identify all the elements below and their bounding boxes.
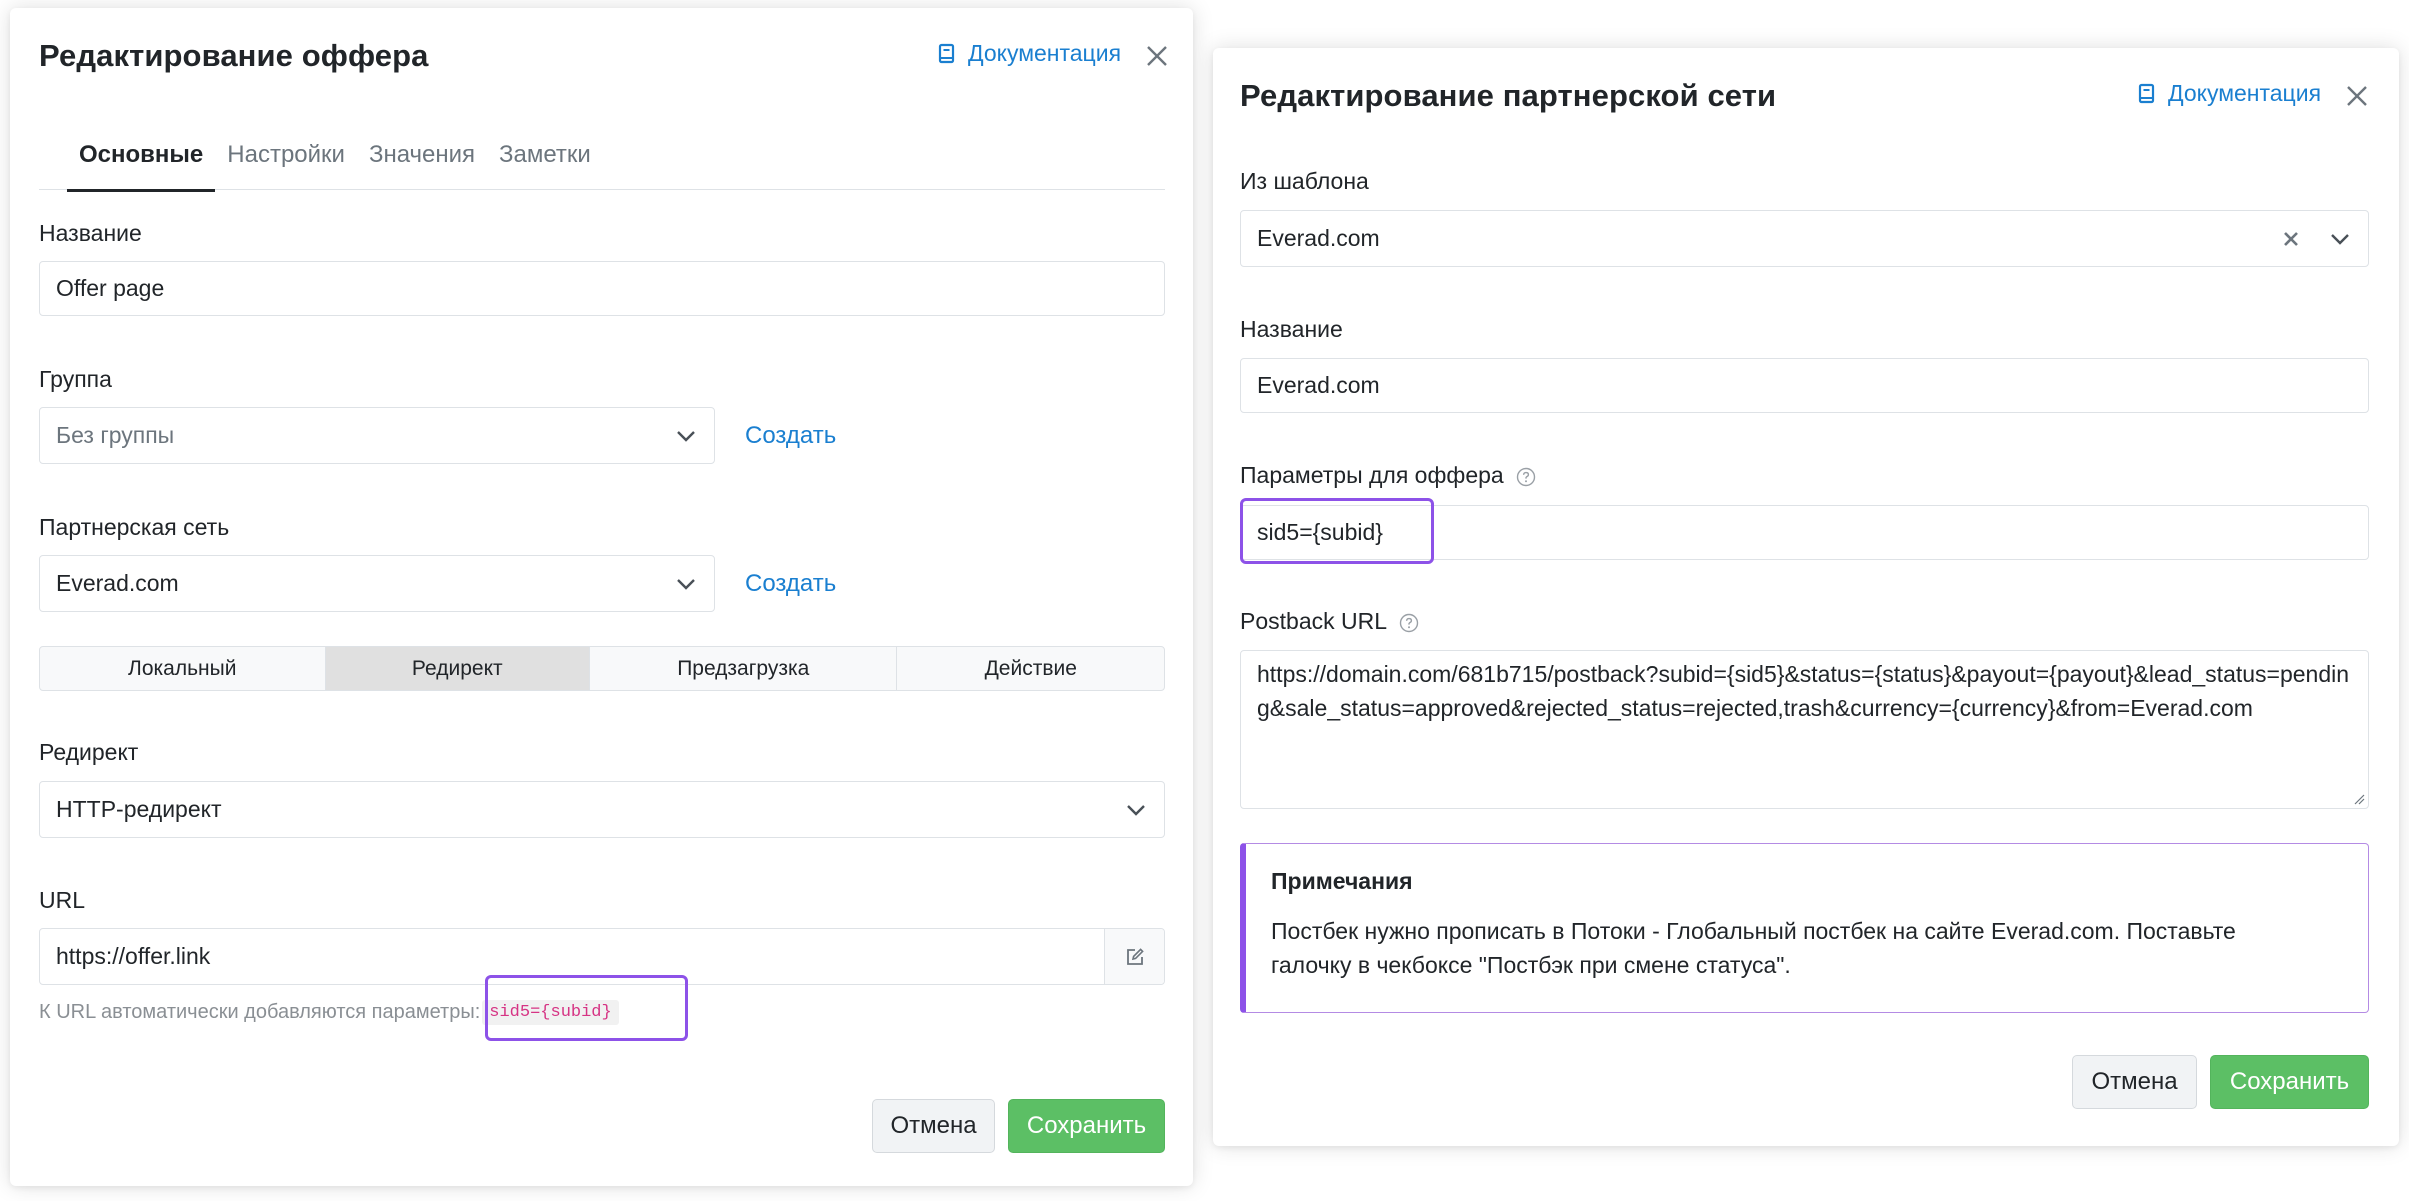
book-icon bbox=[938, 43, 955, 63]
tab-main[interactable]: Основные bbox=[67, 120, 216, 192]
offer-edit-modal: Редактирование оффера Документация Основ… bbox=[10, 8, 1193, 1186]
tab-settings[interactable]: Настройки bbox=[215, 120, 357, 190]
template-select-value: Everad.com bbox=[1257, 225, 1380, 251]
resize-grip-icon[interactable] bbox=[2353, 793, 2365, 805]
network-label: Партнерская сеть bbox=[39, 514, 230, 540]
close-icon bbox=[2347, 86, 2367, 106]
chevron-down-icon bbox=[1127, 804, 1145, 816]
tabs: Основные Настройки Значения Заметки bbox=[39, 120, 1165, 192]
documentation-link[interactable]: Документация bbox=[2138, 80, 2321, 107]
url-input[interactable]: https://offer.link bbox=[39, 928, 1165, 985]
documentation-link-label: Документация bbox=[2168, 80, 2322, 106]
cancel-button[interactable]: Отмена bbox=[2072, 1055, 2197, 1109]
group-select-value: Без группы bbox=[56, 422, 175, 448]
notes-panel: Примечания Постбек нужно прописать в Пот… bbox=[1240, 843, 2369, 1013]
offer-params-label: Параметры для оффера bbox=[1240, 462, 1536, 489]
notes-text: Постбек нужно прописать в Потоки - Глоба… bbox=[1271, 918, 2236, 978]
network-select[interactable]: Everad.com bbox=[39, 555, 715, 612]
modal-title: Редактирование партнерской сети bbox=[1240, 78, 1777, 113]
documentation-link-label: Документация bbox=[968, 40, 1122, 66]
clear-icon[interactable] bbox=[2282, 230, 2300, 248]
mode-action[interactable]: Действие bbox=[897, 647, 1164, 690]
url-hint-code: sid5={subid} bbox=[482, 1000, 619, 1025]
postback-label: Postback URL bbox=[1240, 608, 1419, 635]
postback-url-textarea[interactable]: https://domain.com/681b715/postback?subi… bbox=[1240, 650, 2369, 809]
name-label: Название bbox=[39, 220, 142, 246]
create-network-link[interactable]: Создать bbox=[745, 570, 836, 598]
help-icon[interactable] bbox=[1399, 613, 1419, 633]
offer-params-input-value: sid5={subid} bbox=[1257, 519, 1383, 545]
redirect-select-value: HTTP-редирект bbox=[56, 796, 222, 822]
offer-type-switch: Локальный Редирект Предзагрузка Действие bbox=[39, 646, 1165, 691]
name-input[interactable]: Offer page bbox=[39, 261, 1165, 316]
offer-params-label-text: Параметры для оффера bbox=[1240, 462, 1504, 488]
group-label: Группа bbox=[39, 366, 112, 392]
network-edit-modal: Редактирование партнерской сети Документ… bbox=[1213, 48, 2399, 1146]
template-select[interactable]: Everad.com bbox=[1240, 210, 2369, 267]
mode-redirect[interactable]: Редирект bbox=[325, 647, 591, 690]
redirect-select[interactable]: HTTP-редирект bbox=[39, 781, 1165, 838]
postback-url-value: https://domain.com/681b715/postback?subi… bbox=[1257, 661, 2350, 721]
notes-title: Примечания bbox=[1271, 868, 1413, 894]
name-input[interactable]: Everad.com bbox=[1240, 358, 2369, 413]
template-label: Из шаблона bbox=[1240, 168, 1369, 194]
close-button[interactable] bbox=[1143, 42, 1171, 70]
book-icon bbox=[2138, 83, 2155, 103]
group-select[interactable]: Без группы bbox=[39, 407, 715, 464]
url-label: URL bbox=[39, 887, 86, 913]
edit-icon bbox=[1126, 947, 1144, 965]
tab-values[interactable]: Значения bbox=[357, 120, 487, 190]
network-select-value: Everad.com bbox=[56, 570, 179, 596]
modal-title: Редактирование оффера bbox=[39, 38, 429, 73]
documentation-link[interactable]: Документация bbox=[938, 40, 1121, 67]
url-hint-text: К URL автоматически добавляются параметр… bbox=[39, 1001, 481, 1023]
url-hint: К URL автоматически добавляются параметр… bbox=[39, 1000, 619, 1025]
edit-url-button[interactable] bbox=[1104, 929, 1164, 984]
mode-preload[interactable]: Предзагрузка bbox=[590, 647, 898, 690]
offer-params-input[interactable]: sid5={subid} bbox=[1240, 505, 2369, 560]
create-group-link[interactable]: Создать bbox=[745, 422, 836, 450]
chevron-down-icon bbox=[2331, 233, 2349, 245]
chevron-down-icon bbox=[677, 430, 695, 442]
name-input-value: Everad.com bbox=[1257, 372, 1380, 398]
name-label: Название bbox=[1240, 316, 1343, 342]
tab-notes[interactable]: Заметки bbox=[487, 120, 603, 190]
url-input-value: https://offer.link bbox=[56, 943, 211, 969]
save-button[interactable]: Сохранить bbox=[2210, 1055, 2369, 1109]
postback-label-text: Postback URL bbox=[1240, 608, 1387, 634]
close-icon bbox=[1147, 46, 1167, 66]
mode-local[interactable]: Локальный bbox=[40, 647, 326, 690]
name-input-value: Offer page bbox=[56, 275, 165, 301]
cancel-button[interactable]: Отмена bbox=[872, 1099, 995, 1153]
chevron-down-icon bbox=[677, 578, 695, 590]
redirect-label: Редирект bbox=[39, 739, 139, 765]
help-icon[interactable] bbox=[1516, 467, 1536, 487]
save-button[interactable]: Сохранить bbox=[1008, 1099, 1165, 1153]
close-button[interactable] bbox=[2343, 82, 2371, 110]
